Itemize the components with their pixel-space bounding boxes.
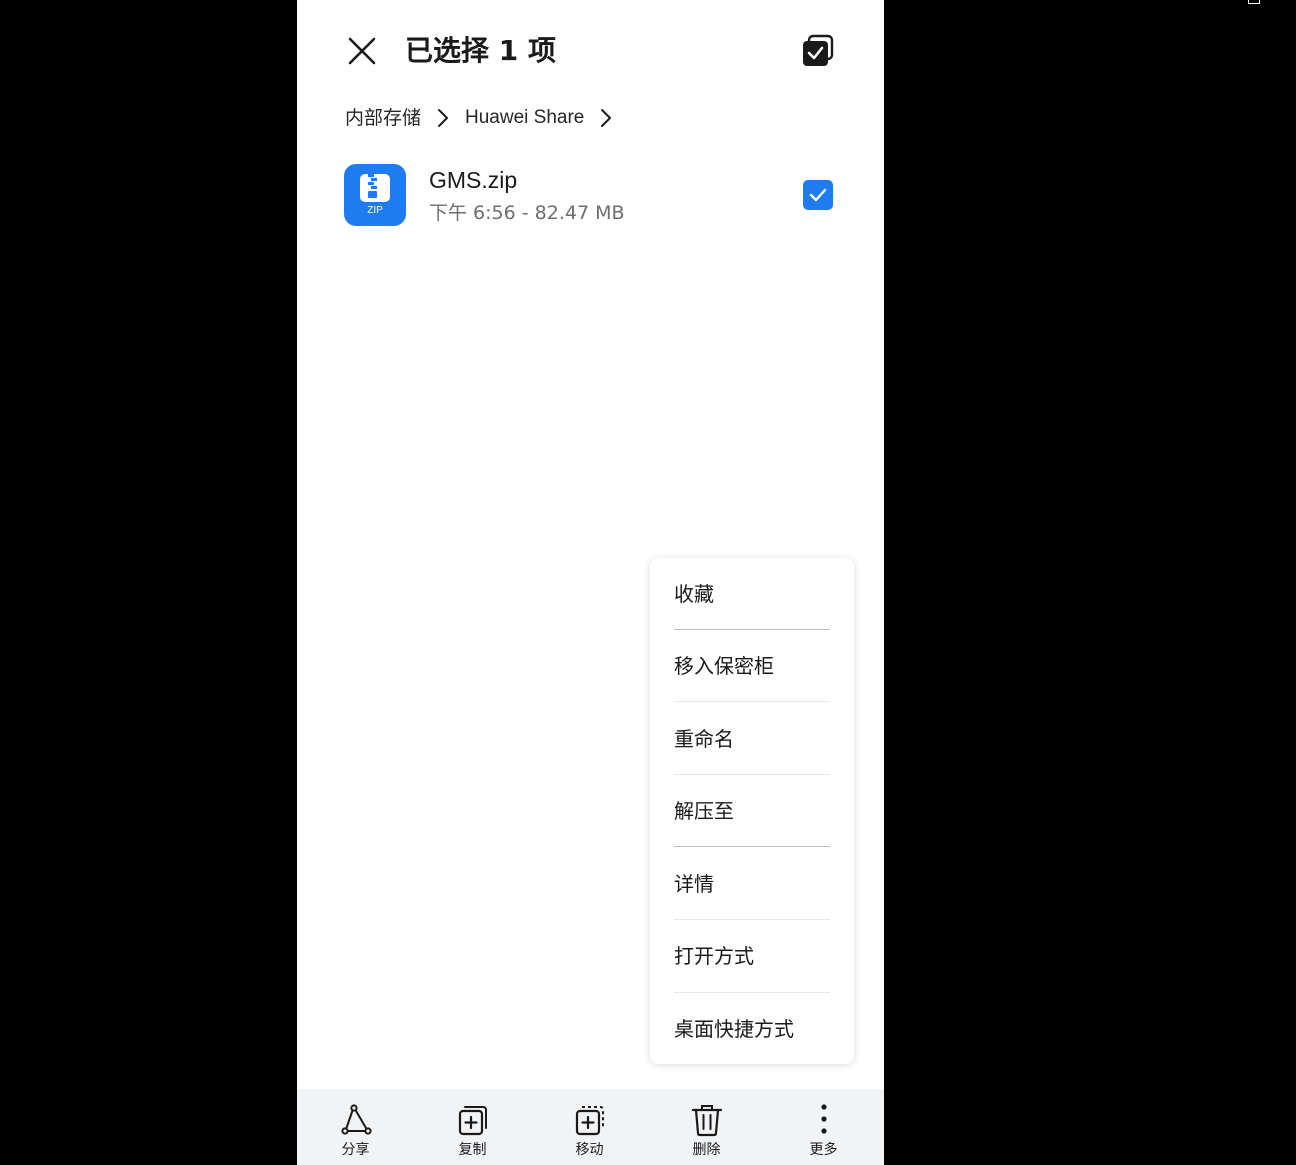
menu-item-favorite[interactable]: 收藏 <box>650 558 854 630</box>
file-select-checkbox[interactable] <box>803 180 833 210</box>
breadcrumb: 内部存储 Huawei Share <box>345 102 628 134</box>
file-name: GMS.zip <box>429 167 518 193</box>
menu-item-label: 收藏 <box>674 582 714 606</box>
breadcrumb-item-internal-storage[interactable]: 内部存储 <box>345 102 421 134</box>
close-button[interactable] <box>343 34 379 70</box>
chevron-right-icon <box>438 109 449 127</box>
more-label: 更多 <box>809 1142 838 1158</box>
menu-item-move-to-safe[interactable]: 移入保密柜 <box>650 630 854 702</box>
phone-screen: 已选择 1 项 内部存储 Huawei Share ZIP GMS.zip 下午… <box>297 0 884 1165</box>
checkmark-icon <box>809 188 827 202</box>
menu-item-details[interactable]: 详情 <box>650 848 854 920</box>
menu-item-label: 打开方式 <box>674 944 754 968</box>
menu-item-rename[interactable]: 重命名 <box>650 703 854 775</box>
select-all-button[interactable] <box>800 33 836 69</box>
more-options-menu: 收藏 移入保密柜 重命名 解压至 详情 打开方式 桌面快捷方式 <box>650 558 854 1064</box>
copy-button[interactable]: 复制 <box>414 1089 531 1165</box>
menu-item-label: 重命名 <box>674 727 734 751</box>
page-title: 已选择 1 项 <box>405 34 556 67</box>
share-button[interactable]: 分享 <box>297 1089 414 1165</box>
menu-item-desktop-shortcut[interactable]: 桌面快捷方式 <box>650 993 854 1065</box>
share-icon <box>341 1104 372 1135</box>
move-icon <box>575 1106 604 1136</box>
menu-item-label: 移入保密柜 <box>674 654 774 678</box>
zip-file-icon: ZIP <box>344 164 406 226</box>
menu-item-extract-to[interactable]: 解压至 <box>650 775 854 847</box>
select-all-checkbox-icon <box>803 34 834 66</box>
menu-divider <box>674 846 830 847</box>
menu-item-label: 详情 <box>674 872 714 896</box>
delete-button[interactable]: 删除 <box>648 1089 765 1165</box>
menu-divider <box>674 701 830 702</box>
chevron-right-icon <box>601 109 612 127</box>
trash-icon <box>691 1105 723 1137</box>
menu-item-label: 解压至 <box>674 799 734 823</box>
menu-item-label: 桌面快捷方式 <box>674 1017 794 1041</box>
close-icon <box>348 37 376 65</box>
file-meta: 下午 6:56 - 82.47 MB <box>429 202 625 224</box>
bottom-toolbar: 分享 复制 移动 删除 更多 <box>297 1089 884 1165</box>
more-button[interactable]: 更多 <box>765 1089 882 1165</box>
more-vertical-icon <box>821 1104 827 1134</box>
copy-label: 复制 <box>458 1142 487 1158</box>
file-list-item[interactable]: ZIP GMS.zip 下午 6:56 - 82.47 MB <box>297 150 884 240</box>
share-label: 分享 <box>341 1142 370 1158</box>
window-corner-marker <box>1248 0 1260 4</box>
move-button[interactable]: 移动 <box>531 1089 648 1165</box>
copy-icon <box>458 1106 487 1136</box>
breadcrumb-item-huawei-share[interactable]: Huawei Share <box>465 102 584 134</box>
delete-label: 删除 <box>692 1142 721 1158</box>
zip-label: ZIP <box>367 205 383 216</box>
menu-item-open-with[interactable]: 打开方式 <box>650 920 854 992</box>
move-label: 移动 <box>575 1142 604 1158</box>
